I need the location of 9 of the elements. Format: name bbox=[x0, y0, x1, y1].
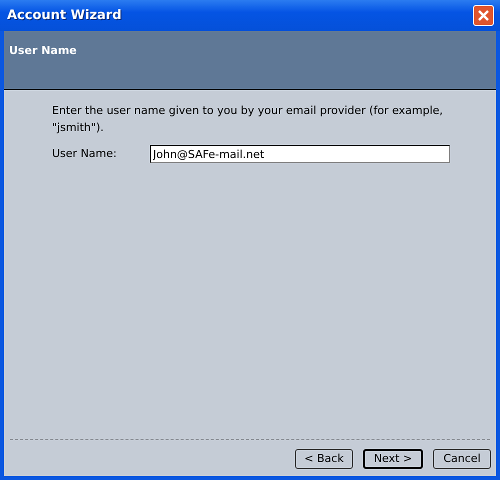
instruction-text: Enter the user name given to you by your email provider (for example, "jsmith"). bbox=[52, 103, 444, 136]
wizard-button[interactable]: Cancel bbox=[433, 449, 491, 469]
wizard-button[interactable]: < Back bbox=[295, 449, 353, 469]
close-button[interactable] bbox=[473, 5, 494, 26]
wizard-button[interactable]: Next > bbox=[363, 449, 423, 469]
window-title: Account Wizard bbox=[7, 6, 122, 25]
page-title: User Name bbox=[9, 44, 77, 57]
field-label: User Name: bbox=[52, 146, 118, 162]
close-icon bbox=[477, 9, 490, 22]
